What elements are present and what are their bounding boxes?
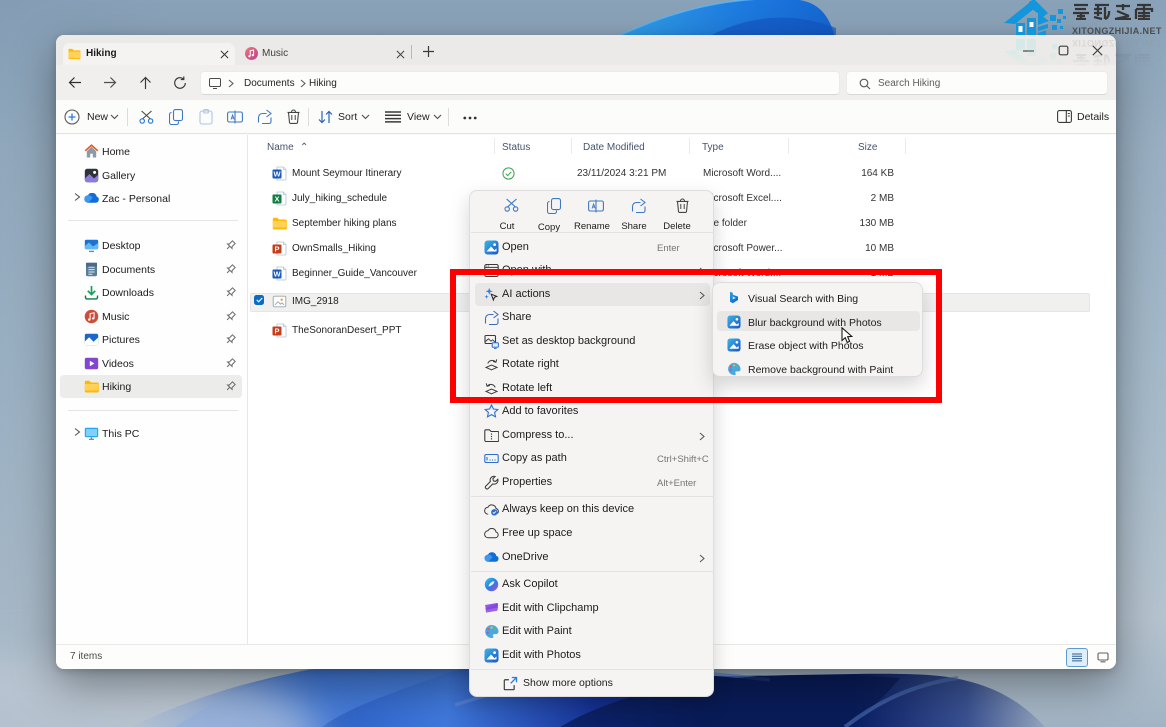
svg-text:P: P <box>274 244 279 253</box>
svg-text:P: P <box>274 326 279 335</box>
svg-text:W: W <box>273 269 281 278</box>
svg-text:W: W <box>273 169 281 178</box>
svg-text:X: X <box>274 194 279 203</box>
